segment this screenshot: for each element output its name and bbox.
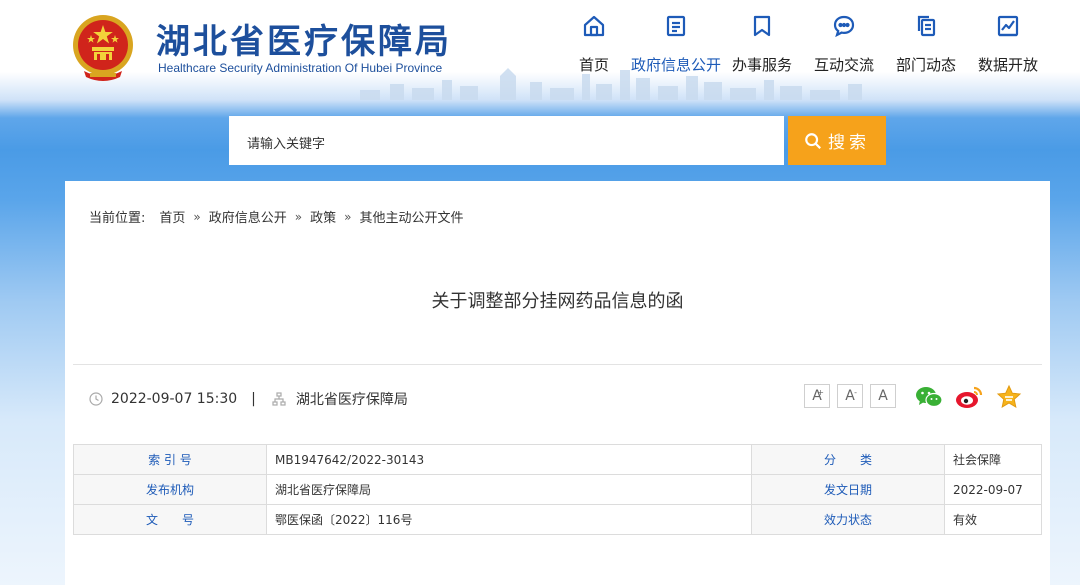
table-value: MB1947642/2022-30143 (266, 444, 752, 475)
breadcrumb-item-other-docs[interactable]: 其他主动公开文件 (359, 207, 463, 226)
table-key: 分 类 (751, 444, 945, 475)
table-key: 发布机构 (73, 474, 267, 505)
bookmark-icon (753, 15, 771, 37)
font-size-medium-button[interactable]: A- (837, 384, 863, 408)
search-button-label: 搜索 (828, 133, 870, 153)
divider (73, 364, 1042, 365)
nav-item-open-data[interactable]: 数据开放 (958, 14, 1058, 84)
copy-files-icon (917, 15, 936, 37)
main-nav: 首页 政府信息公开 办事服务 互动交流 部门动态 数据开放 (0, 0, 1080, 100)
content-card: 当前位置: 首页 » 政府信息公开 » 政策 » 其他主动公开文件 关于调整部分… (65, 181, 1050, 585)
article-meta: 2022-09-07 15:30 | 湖北省医疗保障局 (89, 389, 408, 409)
home-icon (583, 15, 605, 37)
breadcrumb-separator: » (193, 209, 201, 224)
meta-separator: | (251, 391, 256, 407)
publisher-name: 湖北省医疗保障局 (295, 392, 408, 408)
favorite-button[interactable] (995, 384, 1023, 410)
clock-icon (89, 392, 103, 406)
org-structure-icon (272, 392, 286, 406)
search-button[interactable]: 搜索 (788, 116, 886, 165)
document-list-icon (666, 15, 686, 37)
font-size-reset-button[interactable]: A (870, 384, 896, 408)
nav-item-gov-info[interactable]: 政府信息公开 (626, 14, 726, 84)
nav-label-home: 首页 (578, 56, 609, 74)
nav-label-open-data: 数据开放 (977, 56, 1038, 74)
breadcrumb-item-home[interactable]: 首页 (159, 207, 185, 226)
table-value: 湖北省医疗保障局 (266, 474, 752, 505)
table-key: 效力状态 (751, 504, 945, 535)
table-row: 索 引 号 MB1947642/2022-30143 分 类 社会保障 (73, 444, 1042, 475)
breadcrumb-separator: » (294, 209, 303, 224)
table-key: 索 引 号 (73, 444, 267, 475)
search-icon (805, 132, 821, 149)
search-input[interactable] (229, 116, 784, 165)
nav-label-news: 部门动态 (895, 56, 956, 74)
nav-label-gov-info: 政府信息公开 (630, 56, 721, 74)
table-value: 有效 (944, 504, 1042, 535)
font-size-reset-label: A (878, 388, 888, 404)
breadcrumb-item-policy[interactable]: 政策 (310, 207, 336, 226)
breadcrumb-prefix: 当前位置: (89, 211, 146, 226)
breadcrumb: 当前位置: 首页 » 政府信息公开 » 政策 » 其他主动公开文件 (89, 207, 463, 227)
article-title: 关于调整部分挂网药品信息的函 (431, 291, 684, 312)
chat-bubble-icon (833, 15, 855, 38)
nav-label-interaction: 互动交流 (813, 56, 874, 74)
chart-trend-icon (997, 15, 1019, 37)
publish-datetime: 2022-09-07 15:30 (111, 391, 238, 407)
table-value: 2022-09-07 (944, 474, 1042, 505)
weibo-share-button[interactable] (955, 384, 983, 410)
table-row: 发布机构 湖北省医疗保障局 发文日期 2022-09-07 (73, 474, 1042, 505)
document-info-table: 索 引 号 MB1947642/2022-30143 分 类 社会保障 发布机构… (73, 444, 1042, 535)
breadcrumb-separator: » (344, 209, 352, 224)
table-value: 鄂医保函〔2022〕116号 (266, 504, 752, 535)
weibo-icon (956, 386, 983, 408)
nav-label-services: 办事服务 (731, 56, 792, 74)
wechat-share-button[interactable] (915, 384, 943, 410)
font-size-large-button[interactable]: A + (804, 384, 830, 408)
breadcrumb-item-gov-info[interactable]: 政府信息公开 (209, 207, 287, 226)
wechat-icon (916, 387, 943, 408)
share-bar (915, 384, 1023, 410)
favorite-star-icon (996, 384, 1022, 409)
font-size-controls: A + A- A (804, 384, 896, 408)
table-row: 文 号 鄂医保函〔2022〕116号 效力状态 有效 (73, 504, 1042, 535)
table-key: 发文日期 (751, 474, 945, 505)
table-key: 文 号 (73, 504, 267, 535)
table-value: 社会保障 (944, 444, 1042, 475)
